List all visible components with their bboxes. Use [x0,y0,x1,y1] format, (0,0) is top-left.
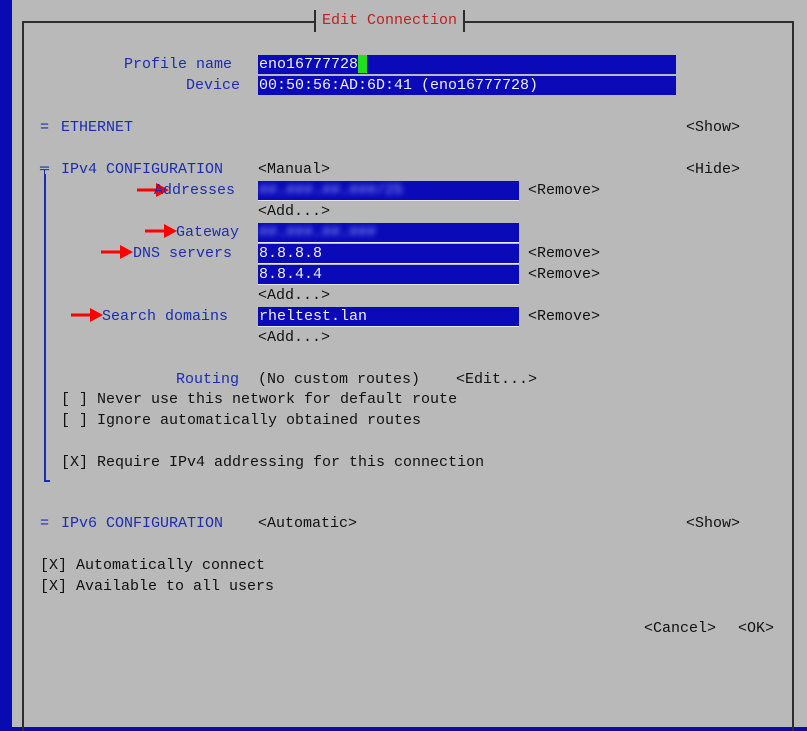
profile-name-label: Profile name [124,56,233,73]
ipv6-marker: = [40,515,50,532]
dns-server-1-input[interactable]: 8.8.8.8 [258,244,519,264]
dns-add-button[interactable]: <Add...> [258,286,330,306]
search-domain-input[interactable]: rheltest.lan [258,307,519,327]
ipv6-show-button[interactable]: <Show> [686,514,740,534]
search-domain-add-button[interactable]: <Add...> [258,328,330,348]
dns-servers-label: DNS servers [133,245,233,262]
require-ipv4-checkbox[interactable]: [X] Require IPv4 addressing for this con… [61,453,484,473]
ethernet-marker: = [40,119,50,136]
ignore-auto-routes-checkbox[interactable]: [ ] Ignore automatically obtained routes [61,411,421,431]
search-domain-remove-button[interactable]: <Remove> [528,307,600,327]
device-input[interactable]: 00:50:56:AD:6D:41 (eno16777728) [258,76,676,95]
search-domains-label: Search domains [102,308,229,325]
ipv4-section-line [44,174,46,482]
ipv6-label: IPv6 CONFIGURATION [61,515,224,532]
ethernet-show-button[interactable]: <Show> [686,118,740,138]
ipv4-section-line-end [44,480,50,482]
dns-server-2-input[interactable]: 8.8.4.4 [258,265,519,285]
cancel-button[interactable]: <Cancel> [644,619,716,639]
ipv4-mode-select[interactable]: <Manual> [258,160,330,180]
annotation-arrow-icon [145,224,177,238]
ipv4-hide-button[interactable]: <Hide> [686,160,740,180]
profile-name-input[interactable]: eno16777728 [258,55,676,74]
edit-connection-dialog: Edit Connection Profile name eno16777728… [12,0,807,731]
addresses-label: Addresses [154,182,236,199]
ipv6-mode-select[interactable]: <Automatic> [258,514,357,534]
dns-1-remove-button[interactable]: <Remove> [528,244,600,264]
annotation-arrow-icon [71,308,103,322]
text-cursor [358,55,368,73]
routing-label: Routing [176,371,240,388]
routing-value: (No custom routes) [258,371,421,388]
device-label: Device [186,77,241,94]
annotation-arrow-icon [101,245,133,259]
ok-button[interactable]: <OK> [738,619,774,639]
routing-edit-button[interactable]: <Edit...> [456,370,537,390]
gateway-input[interactable]: ##.###.##.### [258,223,519,243]
dns-2-remove-button[interactable]: <Remove> [528,265,600,285]
gateway-label: Gateway [176,224,240,241]
ethernet-label: ETHERNET [61,119,134,136]
never-default-route-checkbox[interactable]: [ ] Never use this network for default r… [61,390,457,410]
address-input[interactable]: ##.###.##.###/25 [258,181,519,201]
dialog-title: Edit Connection [314,10,466,32]
address-remove-button[interactable]: <Remove> [528,181,600,201]
ipv4-label: IPv4 CONFIGURATION [61,161,224,178]
address-add-button[interactable]: <Add...> [258,202,330,222]
auto-connect-checkbox[interactable]: [X] Automatically connect [40,556,265,576]
all-users-checkbox[interactable]: [X] Available to all users [40,577,274,597]
